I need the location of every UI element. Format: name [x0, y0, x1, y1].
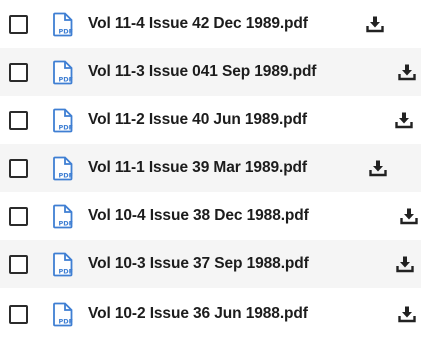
- download-icon[interactable]: [396, 255, 414, 273]
- download-icon[interactable]: [400, 207, 418, 225]
- file-name[interactable]: Vol 11-4 Issue 42 Dec 1989.pdf: [88, 14, 308, 34]
- download-icon[interactable]: [395, 111, 413, 129]
- file-name[interactable]: Vol 10-3 Issue 37 Sep 1988.pdf: [88, 254, 309, 274]
- file-checkbox[interactable]: [9, 207, 28, 226]
- file-list: PDF Vol 11-4 Issue 42 Dec 1989.pdf PDF V…: [0, 0, 421, 338]
- svg-text:PDF: PDF: [59, 172, 74, 180]
- file-row[interactable]: PDF Vol 10-2 Issue 36 Jun 1988.pdf: [0, 290, 421, 338]
- pdf-file-icon: PDF: [53, 252, 74, 277]
- svg-text:PDF: PDF: [59, 124, 74, 132]
- file-row[interactable]: PDF Vol 10-3 Issue 37 Sep 1988.pdf: [0, 240, 421, 288]
- pdf-file-icon: PDF: [53, 108, 74, 133]
- file-row[interactable]: PDF Vol 11-3 Issue 041 Sep 1989.pdf: [0, 48, 421, 96]
- pdf-file-icon: PDF: [53, 60, 74, 85]
- file-name[interactable]: Vol 10-4 Issue 38 Dec 1988.pdf: [88, 206, 309, 226]
- file-row[interactable]: PDF Vol 10-4 Issue 38 Dec 1988.pdf: [0, 192, 421, 240]
- pdf-file-icon: PDF: [53, 12, 74, 37]
- file-name[interactable]: Vol 11-3 Issue 041 Sep 1989.pdf: [88, 62, 316, 82]
- file-row[interactable]: PDF Vol 11-1 Issue 39 Mar 1989.pdf: [0, 144, 421, 192]
- file-name[interactable]: Vol 11-1 Issue 39 Mar 1989.pdf: [88, 158, 307, 178]
- pdf-file-icon: PDF: [53, 204, 74, 229]
- pdf-file-icon: PDF: [53, 302, 74, 327]
- file-name[interactable]: Vol 11-2 Issue 40 Jun 1989.pdf: [88, 110, 307, 130]
- file-row[interactable]: PDF Vol 11-4 Issue 42 Dec 1989.pdf: [0, 0, 421, 48]
- svg-text:PDF: PDF: [59, 318, 74, 326]
- file-checkbox[interactable]: [9, 63, 28, 82]
- pdf-file-icon: PDF: [53, 156, 74, 181]
- download-icon[interactable]: [369, 159, 387, 177]
- svg-text:PDF: PDF: [59, 28, 74, 36]
- download-icon[interactable]: [366, 15, 384, 33]
- svg-text:PDF: PDF: [59, 76, 74, 84]
- file-name[interactable]: Vol 10-2 Issue 36 Jun 1988.pdf: [88, 304, 308, 324]
- download-icon[interactable]: [398, 305, 416, 323]
- file-checkbox[interactable]: [9, 111, 28, 130]
- file-checkbox[interactable]: [9, 15, 28, 34]
- svg-text:PDF: PDF: [59, 220, 74, 228]
- file-checkbox[interactable]: [9, 305, 28, 324]
- file-row[interactable]: PDF Vol 11-2 Issue 40 Jun 1989.pdf: [0, 96, 421, 144]
- file-checkbox[interactable]: [9, 159, 28, 178]
- svg-text:PDF: PDF: [59, 268, 74, 276]
- download-icon[interactable]: [398, 63, 416, 81]
- file-checkbox[interactable]: [9, 255, 28, 274]
